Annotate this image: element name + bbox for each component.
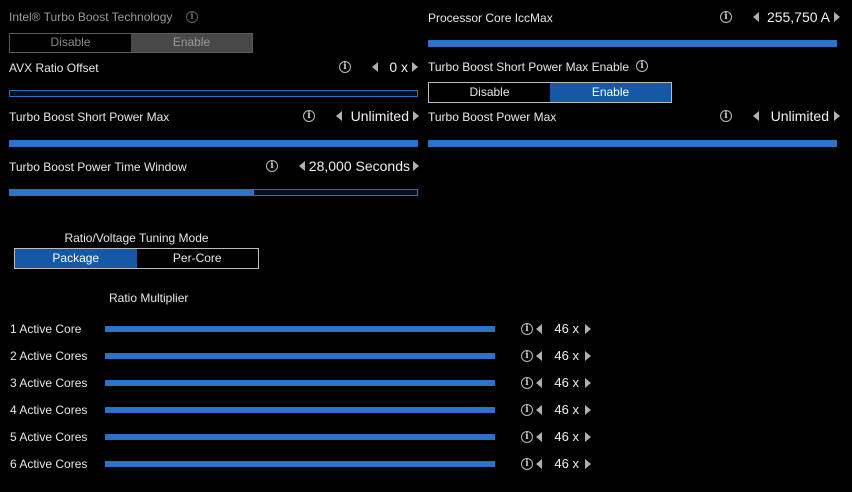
core-label: 6 Active Cores (10, 457, 88, 471)
tb-power-time-window-value: 28,000 Seconds (308, 158, 410, 174)
info-icon[interactable]: i (521, 377, 533, 389)
tb-short-power-max-slider[interactable] (9, 140, 418, 147)
tuning-mode-label: Ratio/Voltage Tuning Mode (64, 231, 209, 245)
info-icon[interactable]: i (339, 61, 351, 73)
core-ratio-slider[interactable] (105, 407, 495, 413)
tb-power-max-value: Unlimited (770, 108, 829, 124)
arrow-left-icon[interactable] (536, 405, 542, 415)
arrow-left-icon[interactable] (536, 459, 542, 469)
processor-core-iccmax-value: 255,750 A (766, 9, 830, 25)
ratio-multiplier-label: Ratio Multiplier (109, 291, 189, 305)
tb-power-max-slider[interactable] (428, 140, 837, 147)
arrow-right-icon[interactable] (585, 351, 591, 361)
arrow-right-icon[interactable] (585, 378, 591, 388)
arrow-right-icon[interactable] (585, 405, 591, 415)
processor-core-iccmax-slider-fill (429, 41, 836, 46)
avx-ratio-offset-label: AVX Ratio Offset (9, 61, 99, 75)
arrow-right-icon[interactable] (412, 62, 418, 72)
tb-short-power-max-enable-label: Turbo Boost Short Power Max Enable (428, 60, 629, 74)
processor-core-iccmax-slider[interactable] (428, 40, 837, 47)
turbo-boost-tech-toggle[interactable]: Disable Enable (9, 33, 253, 53)
core-ratio-slider-fill (106, 435, 494, 439)
arrow-left-icon[interactable] (536, 378, 542, 388)
info-icon[interactable]: i (266, 160, 278, 172)
turbo-boost-tech-label: Intel® Turbo Boost Technology (9, 10, 173, 24)
arrow-right-icon[interactable] (585, 432, 591, 442)
processor-core-iccmax-label: Processor Core IccMax (428, 11, 553, 25)
info-icon[interactable]: i (521, 323, 533, 335)
arrow-right-icon[interactable] (834, 12, 840, 22)
core-ratio-value: 46 x (554, 321, 579, 336)
arrow-right-icon[interactable] (413, 161, 419, 171)
arrow-left-icon[interactable] (753, 111, 759, 121)
avx-ratio-offset-value: 0 x (389, 59, 408, 75)
turbo-boost-tech-disable-option[interactable]: Disable (10, 34, 131, 52)
tb-power-max-slider-fill (429, 141, 836, 146)
info-icon[interactable]: i (303, 110, 315, 122)
core-ratio-value: 46 x (554, 375, 579, 390)
avx-ratio-offset-slider[interactable] (9, 90, 418, 97)
arrow-left-icon[interactable] (753, 12, 759, 22)
info-icon[interactable]: i (521, 431, 533, 443)
core-label: 3 Active Cores (10, 376, 88, 390)
info-icon[interactable]: i (521, 350, 533, 362)
arrow-left-icon[interactable] (372, 62, 378, 72)
arrow-right-icon[interactable] (413, 111, 419, 121)
tb-power-max-label: Turbo Boost Power Max (428, 110, 557, 124)
info-icon[interactable]: i (186, 11, 198, 23)
arrow-left-icon[interactable] (336, 111, 342, 121)
core-ratio-slider[interactable] (105, 461, 495, 467)
core-ratio-value: 46 x (554, 456, 579, 471)
arrow-left-icon[interactable] (536, 432, 542, 442)
info-icon[interactable]: i (720, 110, 732, 122)
core-label: 4 Active Cores (10, 403, 88, 417)
arrow-left-icon[interactable] (299, 161, 305, 171)
core-ratio-value: 46 x (554, 402, 579, 417)
arrow-right-icon[interactable] (585, 324, 591, 334)
tb-short-power-max-enable-option[interactable]: Enable (550, 83, 671, 102)
info-icon[interactable]: i (521, 404, 533, 416)
core-ratio-slider-fill (106, 408, 494, 412)
core-ratio-slider[interactable] (105, 353, 495, 359)
core-ratio-value: 46 x (554, 348, 579, 363)
tb-short-power-max-slider-fill (10, 141, 417, 146)
info-icon[interactable]: i (521, 458, 533, 470)
arrow-left-icon[interactable] (536, 324, 542, 334)
core-ratio-slider-fill (106, 381, 494, 385)
arrow-left-icon[interactable] (536, 351, 542, 361)
tuning-mode-toggle[interactable]: Package Per-Core (14, 248, 259, 269)
core-ratio-slider[interactable] (105, 326, 495, 332)
core-label: 1 Active Core (10, 322, 82, 336)
core-ratio-slider-fill (106, 462, 494, 466)
core-ratio-slider[interactable] (105, 380, 495, 386)
info-icon[interactable]: i (720, 11, 732, 23)
tb-short-power-max-disable-option[interactable]: Disable (429, 83, 550, 102)
tuning-mode-package-option[interactable]: Package (15, 249, 137, 268)
tb-short-power-max-value: Unlimited (350, 108, 409, 124)
core-label: 2 Active Cores (10, 349, 88, 363)
tuning-mode-per-core-option[interactable]: Per-Core (137, 249, 259, 268)
tb-power-time-window-label: Turbo Boost Power Time Window (9, 160, 187, 174)
core-ratio-slider[interactable] (105, 434, 495, 440)
tb-power-time-window-slider-fill (10, 190, 255, 195)
arrow-right-icon[interactable] (585, 459, 591, 469)
arrow-right-icon[interactable] (834, 111, 840, 121)
turbo-boost-tech-enable-option[interactable]: Enable (131, 34, 252, 52)
tb-short-power-max-label: Turbo Boost Short Power Max (9, 110, 170, 124)
core-ratio-slider-fill (106, 327, 494, 331)
tb-short-power-max-enable-toggle[interactable]: Disable Enable (428, 82, 672, 103)
tb-power-time-window-slider[interactable] (9, 189, 418, 196)
core-ratio-slider-fill (106, 354, 494, 358)
core-ratio-value: 46 x (554, 429, 579, 444)
info-icon[interactable]: i (636, 60, 648, 72)
core-label: 5 Active Cores (10, 430, 88, 444)
